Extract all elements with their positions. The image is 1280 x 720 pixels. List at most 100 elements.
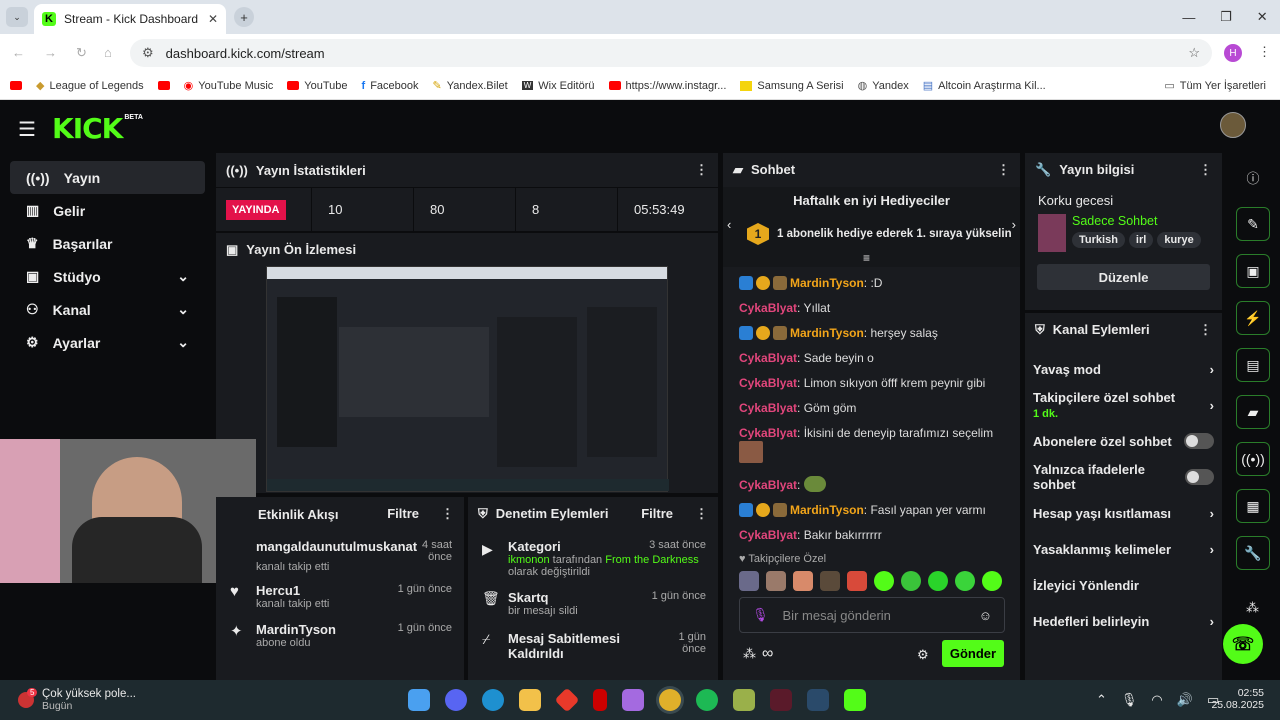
windows-start-icon[interactable] [408, 689, 430, 711]
tag[interactable]: kurye [1157, 232, 1201, 248]
home-icon[interactable]: ⌂ [104, 45, 112, 60]
bookmark-item[interactable] [157, 81, 170, 90]
emote-icon[interactable] [793, 571, 813, 591]
back-icon[interactable]: ← [12, 45, 25, 60]
sidebar-item-ayarlar[interactable]: ⚙ Ayarlar ⌄ [10, 326, 205, 359]
activity-icon[interactable]: ▦ [1236, 489, 1270, 523]
preview-icon[interactable]: ▣ [1236, 254, 1270, 288]
category-link[interactable]: Sadece Sohbet [1072, 214, 1201, 228]
reload-icon[interactable]: ↻ [76, 45, 87, 61]
bookmark-item[interactable]: ◍ Yandex [858, 79, 909, 93]
toggle-switch[interactable] [1184, 433, 1214, 449]
action-slow-mode[interactable]: Yavaş mod › [1033, 351, 1214, 387]
action-account-age[interactable]: Hesap yaşı kısıtlaması › [1033, 495, 1214, 531]
toggle-switch[interactable] [1185, 469, 1214, 485]
more-icon[interactable]: ⋮ [1199, 322, 1212, 338]
more-icon[interactable]: ⋮ [695, 506, 708, 522]
emote-icon[interactable] [766, 571, 786, 591]
bookmark-item[interactable] [10, 81, 22, 90]
action-goals[interactable]: Hedefleri belirleyin › [1033, 603, 1214, 639]
all-bookmarks[interactable]: ▭ Tüm Yer İşaretleri [1164, 79, 1266, 93]
more-icon[interactable]: ⋮ [695, 162, 708, 178]
file-explorer-icon[interactable] [519, 689, 541, 711]
stream-preview-video[interactable] [266, 266, 669, 492]
chevron-up-icon[interactable]: ⌃ [1096, 692, 1107, 708]
user-avatar[interactable] [1220, 112, 1246, 138]
forward-icon[interactable]: → [44, 45, 57, 60]
bookmark-item[interactable]: W Wix Editörü [521, 80, 595, 92]
chat-input[interactable]: 🎙 Bir mesaj gönderin ☺ [739, 597, 1005, 633]
kick-logo[interactable]: KICK BETA [52, 112, 143, 145]
bookmark-item[interactable]: YouTube [287, 80, 348, 92]
broadcast-icon[interactable]: ((•)) [1236, 442, 1270, 476]
tab-active[interactable]: K Stream - Kick Dashboard ✕ [34, 4, 226, 34]
weather-widget[interactable]: 5 Çok yüksek pole... Bugün [18, 688, 136, 712]
minimize-icon[interactable]: — [1182, 10, 1195, 25]
emote-icon[interactable] [847, 571, 867, 591]
app-icon[interactable] [733, 689, 755, 711]
clock[interactable]: 02:55 25.08.2025 [1208, 687, 1264, 711]
moderation-filter-button[interactable]: Filtre [641, 506, 673, 522]
support-button[interactable]: ☏ [1223, 624, 1263, 664]
profile-avatar[interactable]: H [1224, 44, 1242, 62]
chevron-left-icon[interactable]: ‹ [727, 217, 731, 232]
settings-icon[interactable]: ⚙ [917, 647, 929, 663]
sidebar-item-yayin[interactable]: ((•)) Yayın [10, 161, 205, 194]
maximize-icon[interactable]: ❐ [1220, 9, 1232, 25]
site-info-icon[interactable]: ⚙ [142, 45, 154, 61]
kick-app-icon[interactable] [844, 689, 866, 711]
mic-icon[interactable]: 🎙 [752, 607, 769, 623]
sidebar-item-kanal[interactable]: ⚇ Kanal ⌄ [10, 293, 205, 326]
window-close-icon[interactable]: ✕ [1257, 9, 1268, 25]
wrench-icon[interactable]: 🔧 [1236, 536, 1270, 570]
spotify-icon[interactable] [696, 689, 718, 711]
bookmark-item[interactable]: ◆ League of Legends [36, 79, 144, 93]
share-icon[interactable]: ⁂ [743, 646, 756, 662]
chevron-right-icon[interactable]: › [1012, 217, 1016, 232]
action-emotes-only[interactable]: Yalnızca ifadelerle sohbet [1033, 459, 1214, 495]
edit-button[interactable]: Düzenle [1037, 264, 1210, 290]
info-icon[interactable]: ⓘ [1236, 160, 1270, 194]
app-icon[interactable] [622, 689, 644, 711]
more-icon[interactable]: ⋮ [997, 162, 1010, 178]
bookmark-item[interactable]: ◉ YouTube Music [184, 79, 274, 93]
emote-icon[interactable] [739, 571, 759, 591]
bookmark-item[interactable]: Samsung A Serisi [740, 80, 844, 92]
emote-icon[interactable] [982, 571, 1002, 591]
tag[interactable]: Turkish [1072, 232, 1125, 248]
app-icon[interactable] [554, 687, 580, 713]
new-tab-button[interactable]: + [234, 7, 254, 27]
emote-icon[interactable] [820, 571, 840, 591]
lightning-icon[interactable]: ⚡ [1236, 301, 1270, 335]
app-icon[interactable] [770, 689, 792, 711]
action-followers-only[interactable]: Takipçilere özel sohbet 1 dk. › [1033, 387, 1214, 423]
tag[interactable]: irl [1128, 232, 1154, 248]
notes-icon[interactable]: ▤ [1236, 348, 1270, 382]
edge-icon[interactable] [482, 689, 504, 711]
sidebar-item-studyo[interactable]: ▣ Stüdyo ⌄ [10, 260, 205, 293]
send-button[interactable]: Gönder [942, 640, 1004, 667]
netflix-icon[interactable] [593, 689, 607, 711]
tab-close-icon[interactable]: ✕ [208, 12, 218, 26]
more-icon[interactable]: ⋮ [1199, 162, 1212, 178]
bookmark-star-icon[interactable]: ☆ [1188, 45, 1200, 61]
bookmark-item[interactable]: ✎ Yandex.Bilet [433, 79, 508, 93]
collapse-icon[interactable]: ≡ [863, 251, 870, 265]
more-icon[interactable]: ⋮ [441, 506, 454, 522]
bookmark-item[interactable]: https://www.instagr... [608, 80, 726, 92]
sidebar-item-gelir[interactable]: ▥ Gelir [10, 194, 205, 227]
action-raid[interactable]: İzleyici Yönlendir [1033, 567, 1214, 603]
discord-icon[interactable] [445, 689, 467, 711]
volume-icon[interactable]: 🔊 [1177, 692, 1193, 708]
emote-icon[interactable] [874, 571, 894, 591]
omnibox[interactable]: ⚙ dashboard.kick.com/stream ☆ [130, 39, 1212, 67]
chrome-icon[interactable] [659, 689, 681, 711]
emote-icon[interactable] [928, 571, 948, 591]
mic-icon[interactable]: 🎙 [1121, 692, 1138, 708]
bookmark-item[interactable]: ▤ Altcoin Araştırma Kil... [923, 79, 1046, 93]
tab-search-icon[interactable]: ⌄ [6, 7, 28, 27]
action-banned-words[interactable]: Yasaklanmış kelimeler › [1033, 531, 1214, 567]
browser-menu-icon[interactable]: ⋮ [1258, 44, 1271, 60]
steam-icon[interactable] [807, 689, 829, 711]
sidebar-item-basarilar[interactable]: ♛ Başarılar [10, 227, 205, 260]
